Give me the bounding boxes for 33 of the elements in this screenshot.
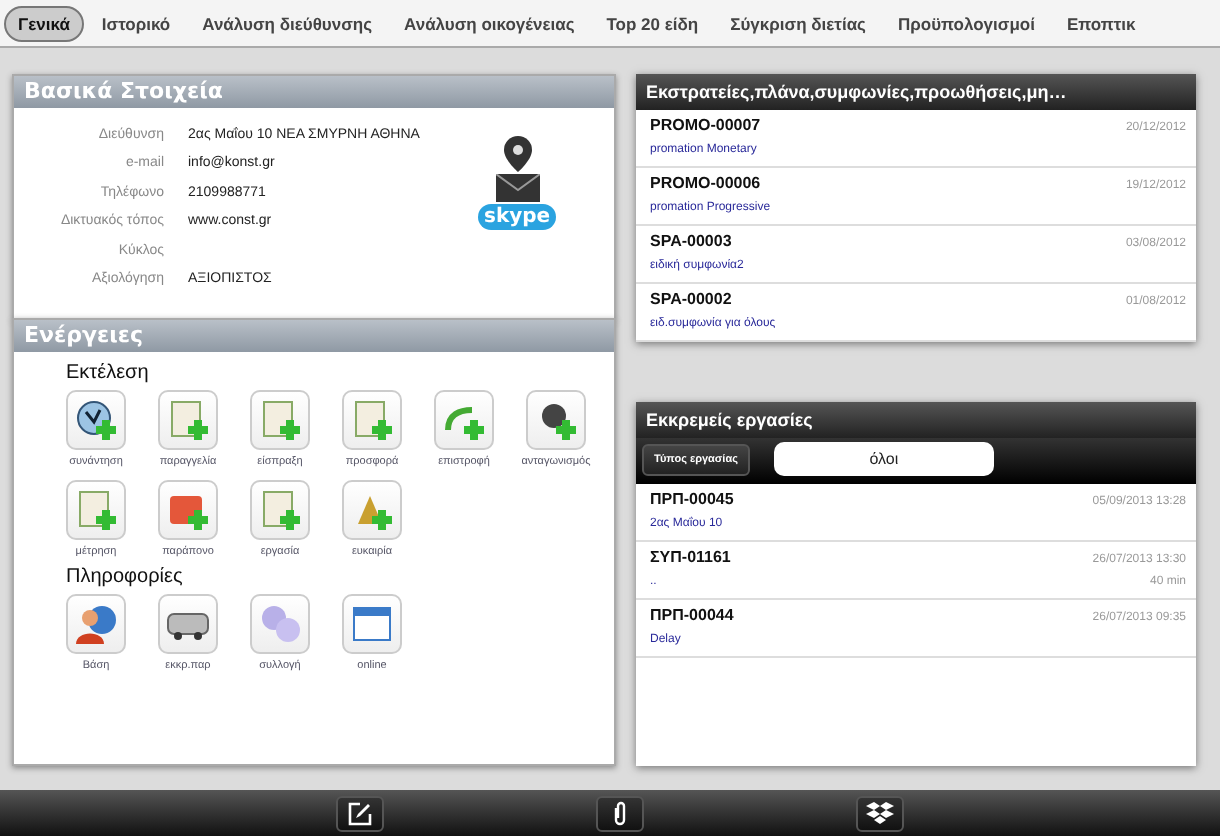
item-code: PROMO-00006 [650, 174, 761, 192]
bubble-icon [258, 602, 302, 646]
group-title: Εκτέλεση [66, 362, 151, 384]
panel-title: Εκκρεμείς εργασίες [636, 402, 1196, 438]
pencil-square-icon [348, 801, 372, 825]
tab[interactable]: Εποπτικ [1052, 5, 1150, 41]
tab[interactable]: Προϋπολογισμοί [883, 5, 1049, 41]
panel-title: Βασικά Στοιχεία [14, 76, 614, 108]
tab[interactable]: Top 20 είδη [592, 5, 713, 41]
tab[interactable]: Ανάλυση διεύθυνσης [188, 5, 387, 41]
group-title: Πληροφορίες [66, 566, 185, 588]
item-code: SPA-00003 [650, 232, 732, 250]
tab[interactable]: Ανάλυση οικογένειας [390, 5, 589, 41]
tab[interactable]: Σύγκριση διετίας [716, 5, 880, 41]
item-code: SPA-00002 [650, 290, 732, 308]
dropbox-button[interactable] [856, 795, 904, 831]
panel-title: Ενέργειες [14, 320, 614, 352]
envelope-icon[interactable] [495, 174, 540, 202]
tab[interactable]: Γενικά [4, 5, 84, 41]
panel-title: Εκστρατείες,πλάνα,συμφωνίες,προωθήσεις,μη… [636, 74, 1196, 110]
attach-button[interactable] [596, 795, 644, 831]
map-pin-icon[interactable] [503, 136, 532, 172]
item-code: ΠΡΠ-00045 [650, 490, 734, 508]
tab[interactable]: Ιστορικό [87, 5, 185, 41]
item-code: ΣΥΠ-01161 [650, 548, 731, 566]
filter-selector[interactable]: όλοι [773, 442, 994, 476]
item-code: ΠΡΠ-00044 [650, 606, 734, 624]
edit-button[interactable] [336, 795, 384, 831]
person-icon [74, 602, 118, 646]
item-code: PROMO-00007 [650, 116, 761, 134]
paperclip-icon [612, 799, 628, 827]
box-icon [866, 801, 894, 825]
calendar-icon [350, 602, 394, 646]
